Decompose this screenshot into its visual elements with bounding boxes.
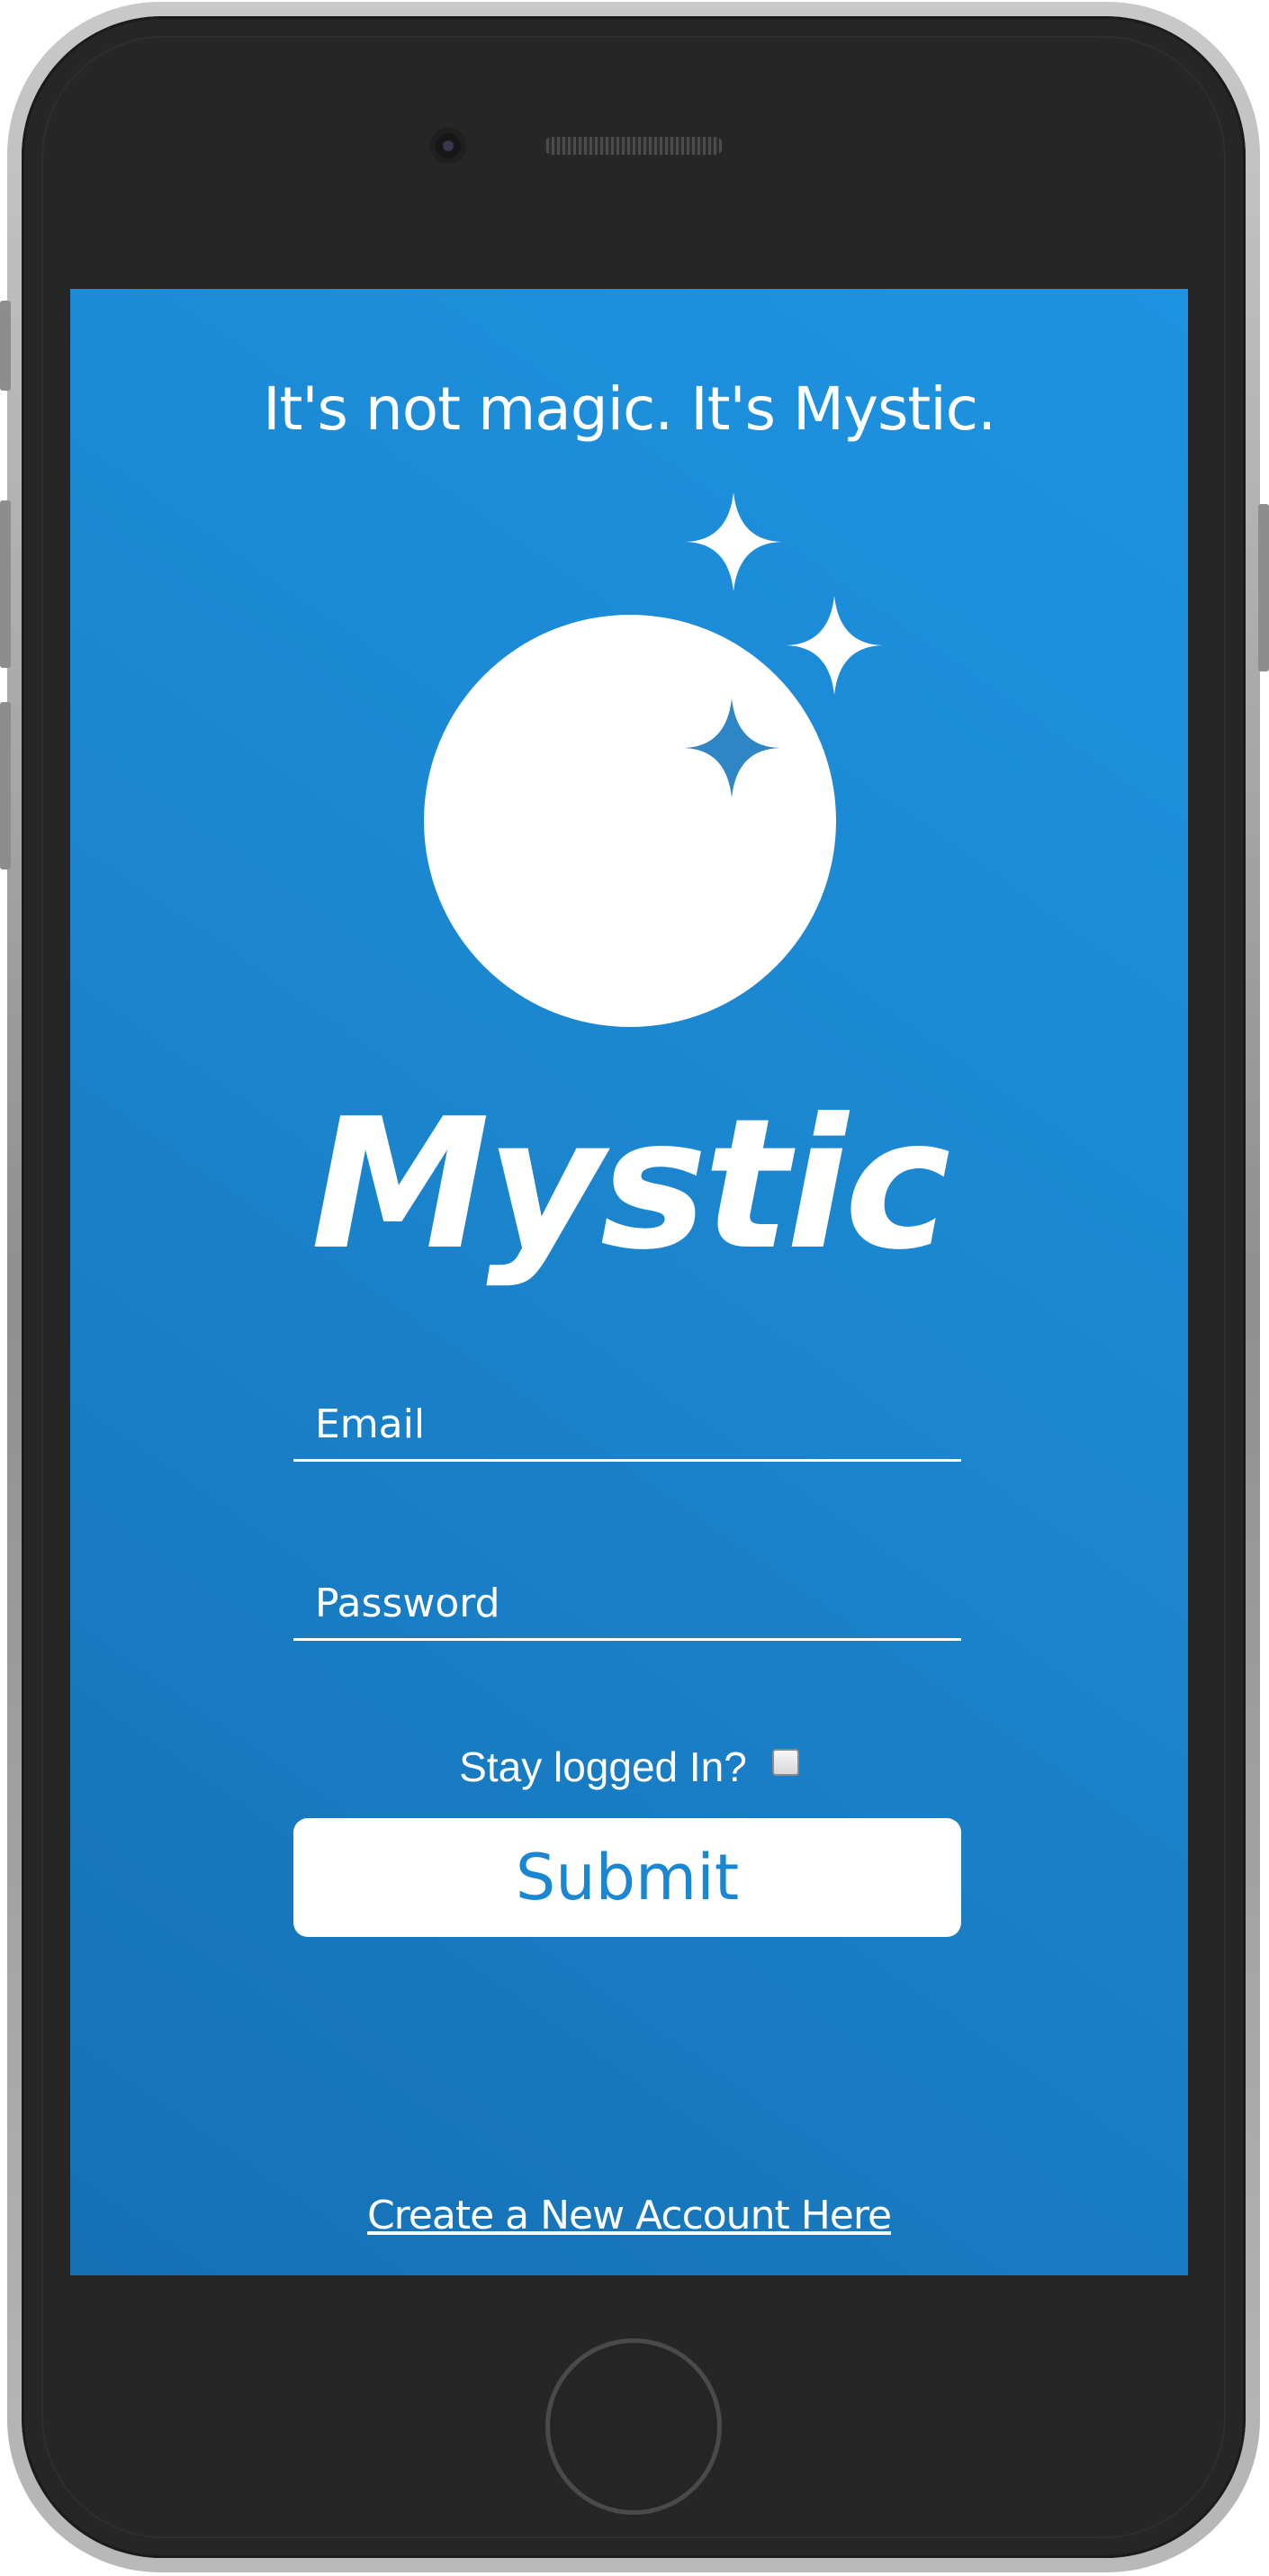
password-input[interactable] — [313, 1580, 947, 1627]
password-field — [293, 1565, 961, 1641]
sparkle-top — [685, 492, 782, 591]
login-screen: It's not magic. It's Mystic. Mystic Stay… — [70, 289, 1188, 2275]
moon-circle — [424, 615, 836, 1027]
front-camera — [430, 128, 466, 164]
mute-switch — [0, 301, 11, 391]
email-input[interactable] — [313, 1401, 947, 1448]
create-account-link[interactable]: Create a New Account Here — [70, 2189, 1188, 2243]
email-field — [293, 1386, 961, 1462]
volume-down-button — [0, 702, 11, 869]
sparkle-right — [786, 596, 883, 695]
earpiece-speaker — [544, 137, 724, 155]
power-button — [1258, 504, 1269, 671]
brand-wordmark: Mystic — [310, 1080, 950, 1290]
stay-logged-in-row: Stay logged In? — [70, 1736, 1188, 1794]
volume-up-button — [0, 500, 11, 668]
stay-logged-in-checkbox[interactable] — [771, 1748, 799, 1776]
submit-button[interactable]: Submit — [293, 1818, 961, 1937]
home-button[interactable] — [545, 2338, 722, 2515]
moon-with-sparkles-icon — [424, 492, 883, 1027]
stay-logged-in-label: Stay logged In? — [459, 1743, 747, 1790]
